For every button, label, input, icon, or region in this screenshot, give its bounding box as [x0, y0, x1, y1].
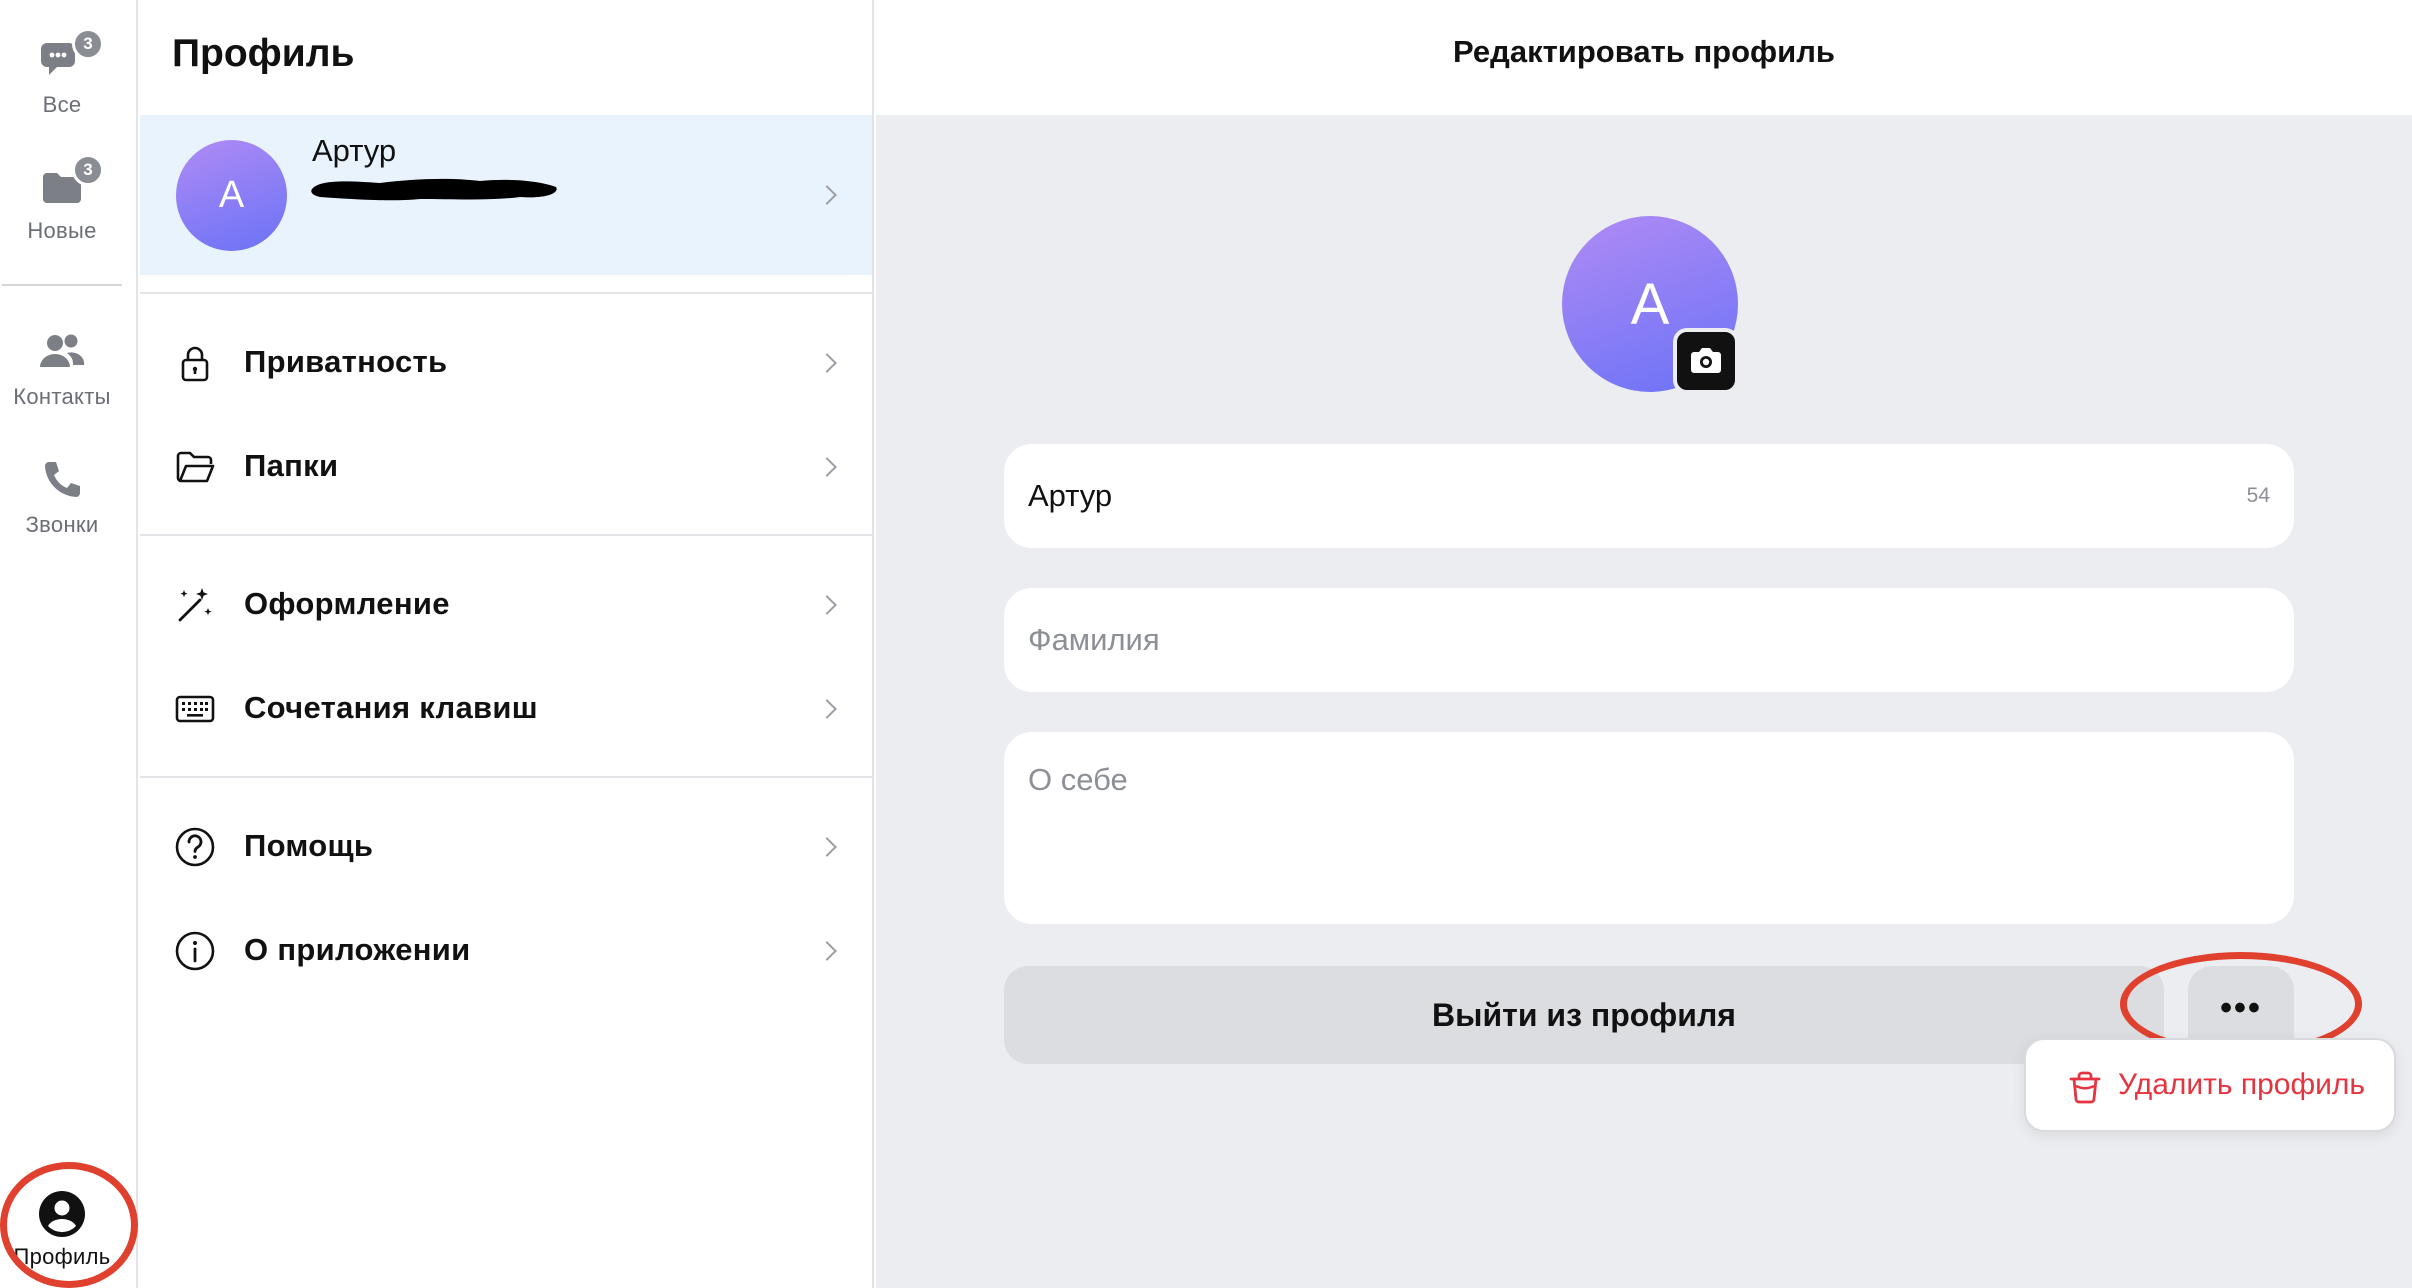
group-divider — [140, 534, 872, 536]
char-counter: 54 — [2246, 484, 2270, 507]
lock-icon — [181, 346, 209, 382]
menu-item-about[interactable]: О приложении — [140, 902, 872, 998]
rail-item-contacts[interactable]: Контакты — [0, 326, 124, 410]
rail-item-profile[interactable]: Профиль — [0, 1188, 124, 1270]
rail-label-new: Новые — [27, 218, 97, 243]
change-photo-button[interactable] — [1673, 328, 1739, 394]
menu-label-shortcuts: Сочетания клавиш — [244, 690, 538, 725]
rail-badge-new: 3 — [72, 154, 104, 186]
menu-label-privacy: Приватность — [244, 344, 448, 379]
help-circle-icon — [175, 827, 215, 867]
rail-label-all: Все — [42, 92, 82, 117]
menu-label-appearance: Оформление — [244, 586, 450, 621]
logout-button[interactable]: Выйти из профиля — [1004, 966, 2164, 1064]
chevron-right-icon — [817, 185, 837, 205]
chat-bubbles-icon: 3 — [36, 28, 104, 86]
keyboard-icon — [175, 695, 215, 723]
chevron-right-icon — [817, 457, 837, 477]
contacts-icon — [36, 326, 88, 378]
rail-label-contacts: Контакты — [13, 384, 111, 409]
rail-item-new[interactable]: 3 Новые — [0, 154, 124, 244]
menu-item-shortcuts[interactable]: Сочетания клавиш — [140, 660, 872, 756]
rail-badge-all: 3 — [72, 28, 104, 60]
menu-item-folders[interactable]: Папки — [140, 418, 872, 514]
chevron-right-icon — [817, 941, 837, 961]
page-title: Профиль — [172, 32, 355, 75]
folder-icon — [176, 451, 215, 483]
rail-label-profile: Профиль — [13, 1244, 111, 1269]
delete-profile-label: Удалить профиль — [2118, 1068, 2366, 1101]
about-field-box — [1004, 732, 2294, 924]
avatar: А — [176, 140, 287, 251]
rail-divider — [2, 284, 122, 286]
menu-item-privacy[interactable]: Приватность — [140, 314, 872, 410]
about-field[interactable] — [1028, 762, 2208, 892]
menu-item-appearance[interactable]: Оформление — [140, 556, 872, 652]
menu-label-folders: Папки — [244, 448, 339, 483]
trash-icon — [2069, 1071, 2101, 1104]
chevron-right-icon — [817, 837, 837, 857]
first-name-field[interactable] — [1028, 444, 2208, 548]
profile-icon — [36, 1188, 88, 1240]
last-name-field-box — [1004, 588, 2294, 692]
edit-profile-pane: Редактировать профиль А 54 Выйти из проф… — [876, 0, 2412, 1288]
last-name-field[interactable] — [1028, 588, 2208, 692]
profile-name: Артур — [312, 133, 397, 168]
menu-label-about: О приложении — [244, 932, 471, 967]
redaction-mark — [311, 178, 557, 201]
menu-item-help[interactable]: Помощь — [140, 798, 872, 894]
chevron-right-icon — [817, 699, 837, 719]
rail-label-calls: Звонки — [25, 512, 99, 537]
delete-profile-menu-item[interactable]: Удалить профиль — [2024, 1038, 2396, 1132]
profile-card[interactable]: А Артур — [140, 115, 872, 275]
menu-label-help: Помощь — [244, 828, 374, 863]
chevron-right-icon — [817, 353, 837, 373]
first-name-field-box: 54 — [1004, 444, 2294, 548]
group-divider — [140, 776, 872, 778]
folder-new-icon: 3 — [36, 154, 104, 212]
rail-item-calls[interactable]: Звонки — [0, 454, 124, 538]
camera-icon — [1691, 348, 1721, 373]
rail-item-all[interactable]: 3 Все — [0, 28, 124, 118]
magic-wand-icon — [178, 588, 212, 622]
phone-icon — [36, 454, 88, 506]
settings-panel: Профиль А Артур Приватность Папки Оформл… — [140, 0, 874, 1288]
more-dots-icon: ••• — [2220, 988, 2262, 1027]
edit-profile-title: Редактировать профиль — [1453, 33, 1835, 69]
edit-profile-header: Редактировать профиль — [876, 0, 2412, 115]
left-nav-rail: 3 Все 3 Новые Контакты Звонки Профиль — [0, 0, 138, 1288]
info-circle-icon — [175, 931, 215, 971]
chevron-right-icon — [817, 595, 837, 615]
group-divider — [140, 292, 872, 294]
